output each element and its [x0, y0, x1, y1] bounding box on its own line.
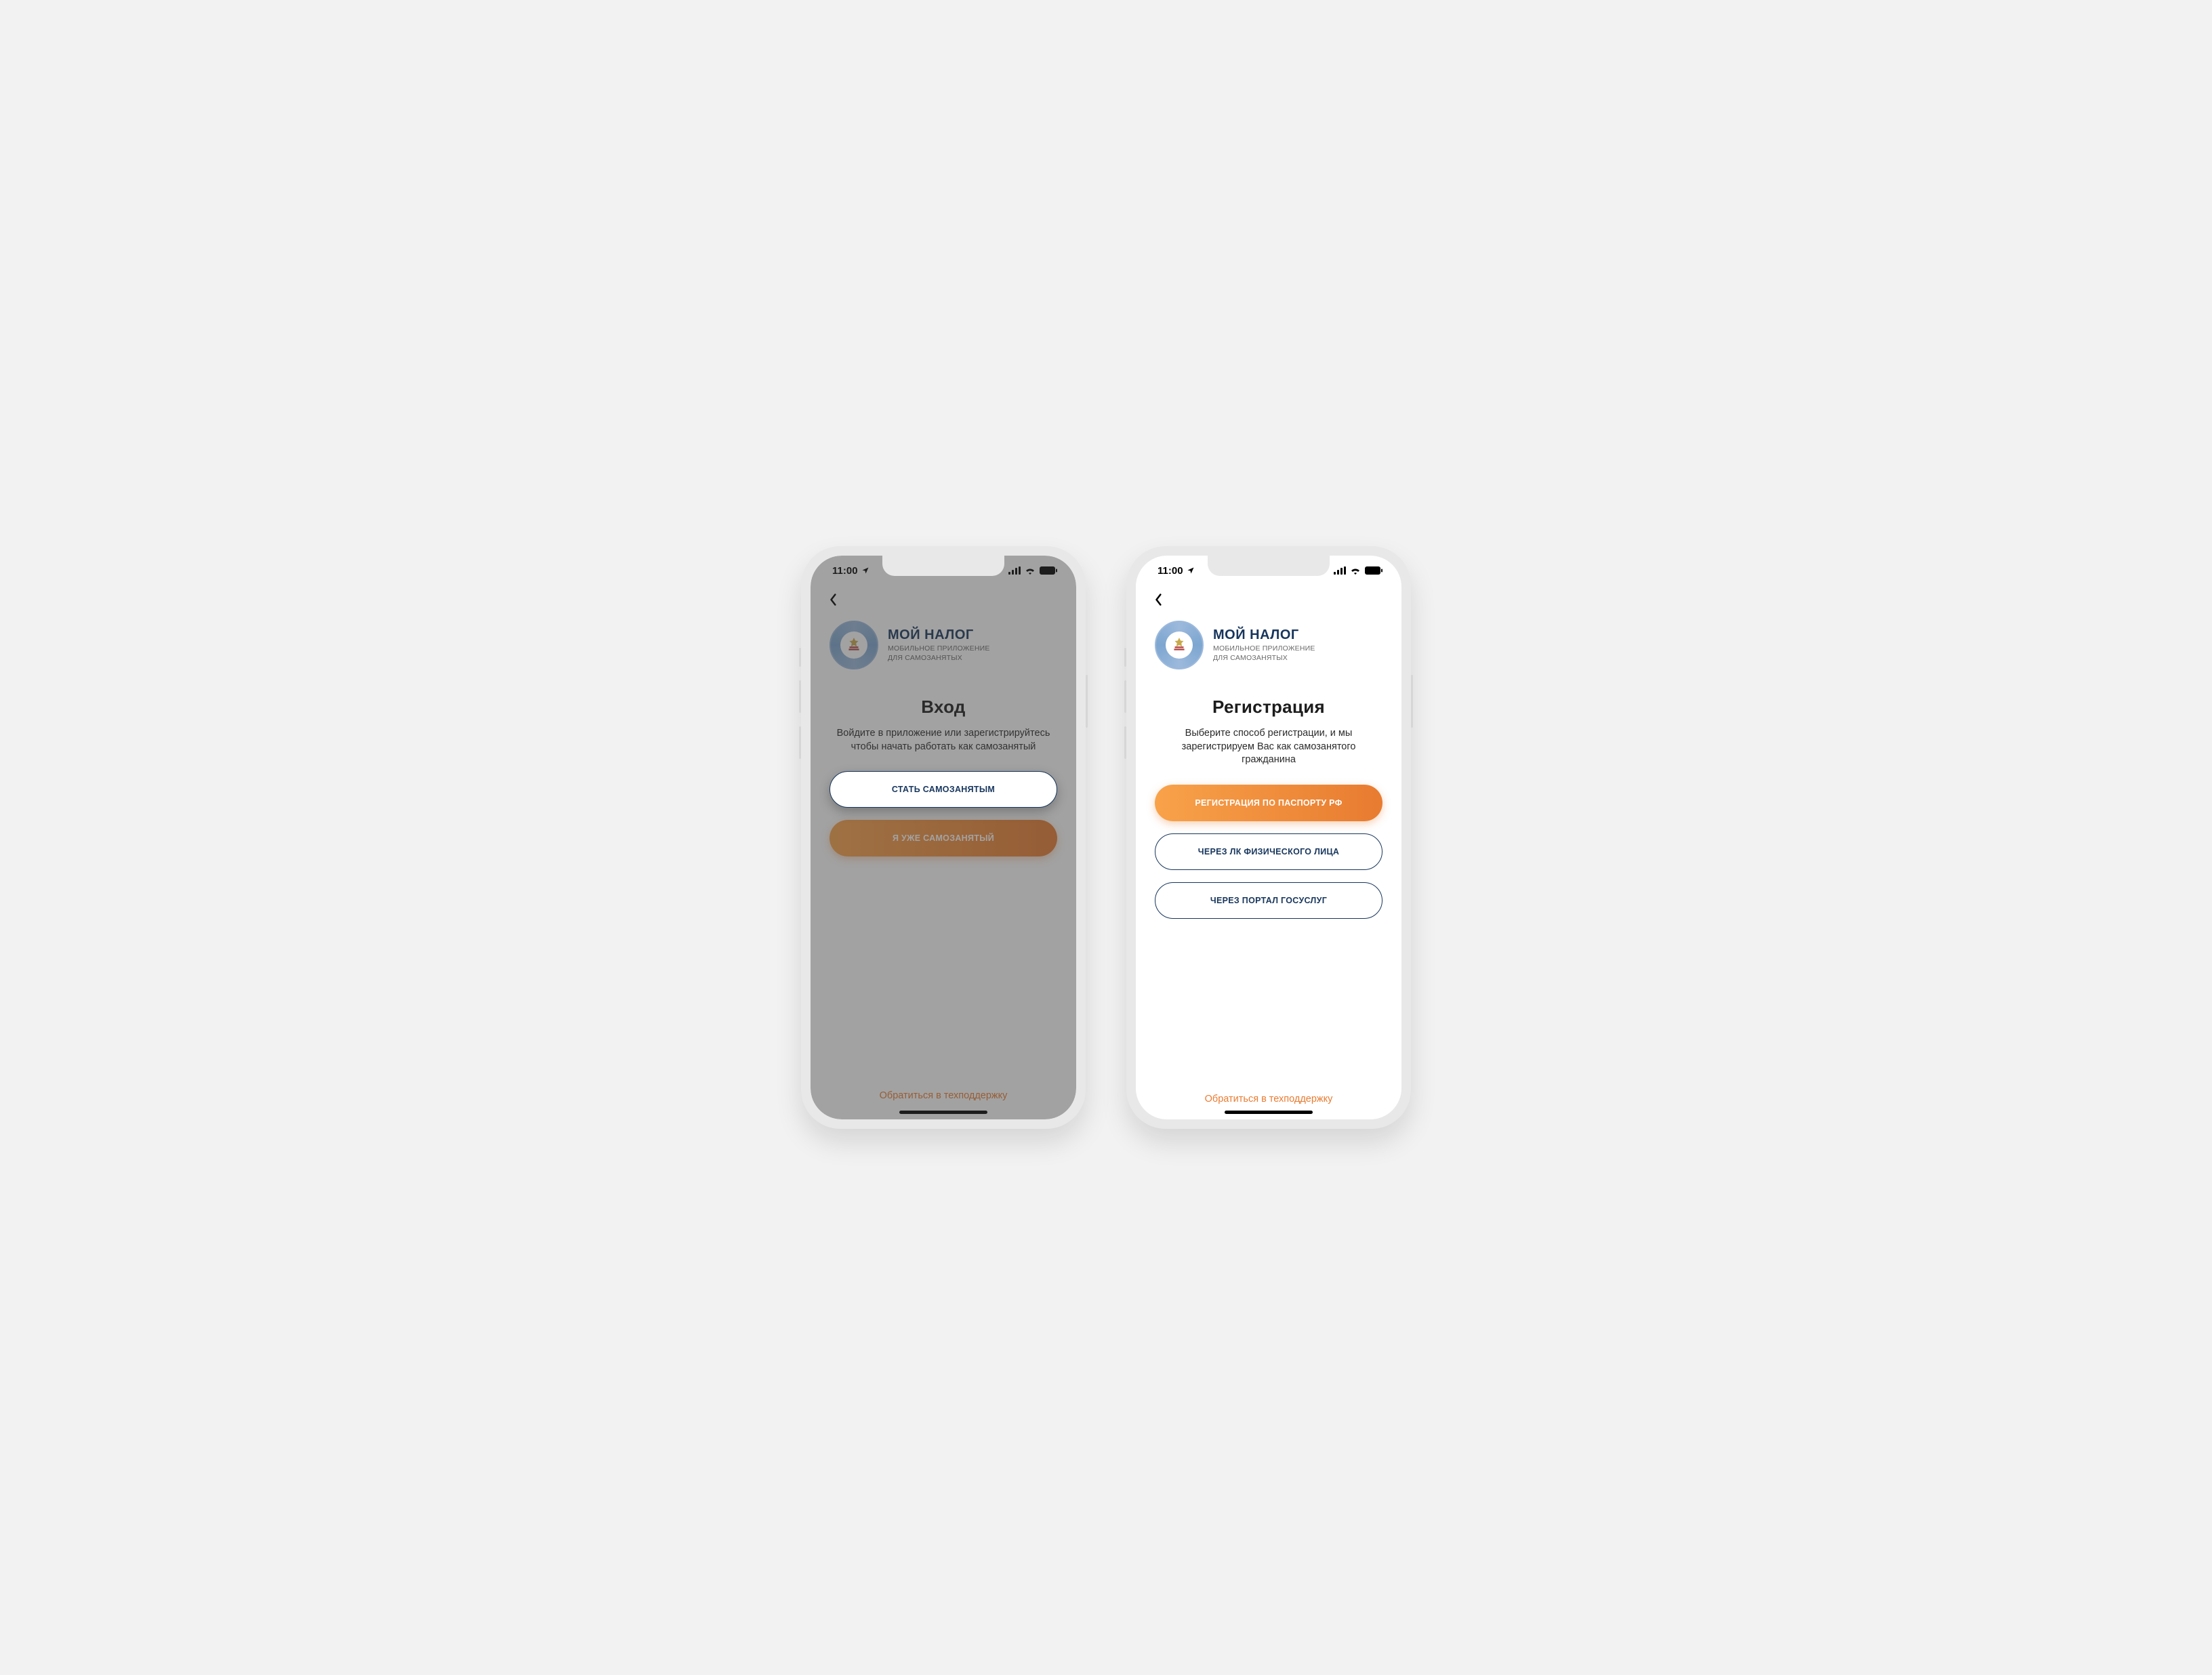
phone-mockup-login: 11:00 — [801, 546, 1086, 1129]
page-description: Выберите способ регистрации, и мы зареги… — [1156, 727, 1381, 767]
wifi-icon — [1350, 566, 1361, 575]
register-via-gosuslugi-button[interactable]: ЧЕРЕЗ ПОРТАЛ ГОСУСЛУГ — [1155, 882, 1382, 919]
page-title: Регистрация — [1136, 697, 1401, 718]
contact-support-link[interactable]: Обратиться в техподдержку — [1136, 1094, 1401, 1119]
battery-icon — [1040, 566, 1057, 575]
chevron-left-icon — [828, 593, 838, 606]
mockup-stage: 11:00 — [680, 515, 1532, 1161]
wifi-icon — [1025, 566, 1036, 575]
register-via-lk-button[interactable]: ЧЕРЕЗ ЛК ФИЗИЧЕСКОГО ЛИЦА — [1155, 833, 1382, 870]
app-brand-header: МОЙ НАЛОГ МОБИЛЬНОЕ ПРИЛОЖЕНИЕДЛЯ САМОЗА… — [1136, 611, 1401, 676]
status-time: 11:00 — [832, 565, 858, 577]
page-title: Вход — [811, 697, 1076, 718]
phone-notch — [882, 556, 1004, 576]
phone-side-button-right — [1411, 675, 1413, 728]
phone-mockup-registration: 11:00 — [1126, 546, 1411, 1129]
cellular-signal-icon — [1334, 566, 1346, 575]
cellular-signal-icon — [1008, 566, 1021, 575]
back-button[interactable] — [1148, 590, 1168, 610]
phone-side-button-right — [1086, 675, 1088, 728]
already-self-employed-button[interactable]: Я УЖЕ САМОЗАНЯТЫЙ — [830, 820, 1057, 856]
phone-side-buttons-left — [799, 648, 801, 759]
screen-login: 11:00 — [811, 556, 1076, 1119]
chevron-left-icon — [1153, 593, 1163, 606]
app-title: МОЙ НАЛОГ — [888, 627, 990, 643]
home-indicator — [899, 1111, 987, 1114]
page-description: Войдите в приложение или зарегистрируйте… — [831, 727, 1056, 753]
screen-registration: 11:00 — [1136, 556, 1401, 1119]
status-time: 11:00 — [1158, 565, 1183, 577]
location-icon — [1187, 566, 1195, 575]
back-button[interactable] — [823, 590, 843, 610]
register-by-passport-button[interactable]: РЕГИСТРАЦИЯ ПО ПАСПОРТУ РФ — [1155, 785, 1382, 821]
battery-icon — [1365, 566, 1382, 575]
phone-notch — [1208, 556, 1330, 576]
location-icon — [861, 566, 869, 575]
app-subtitle: МОБИЛЬНОЕ ПРИЛОЖЕНИЕДЛЯ САМОЗАНЯТЫХ — [1213, 644, 1315, 662]
home-indicator — [1225, 1111, 1313, 1114]
fns-emblem-icon — [830, 621, 878, 669]
phone-side-buttons-left — [1124, 648, 1126, 759]
app-brand-header: МОЙ НАЛОГ МОБИЛЬНОЕ ПРИЛОЖЕНИЕДЛЯ САМОЗА… — [811, 611, 1076, 676]
become-self-employed-button[interactable]: СТАТЬ САМОЗАНЯТЫМ — [830, 771, 1057, 808]
app-title: МОЙ НАЛОГ — [1213, 627, 1315, 643]
fns-emblem-icon — [1155, 621, 1204, 669]
app-subtitle: МОБИЛЬНОЕ ПРИЛОЖЕНИЕДЛЯ САМОЗАНЯТЫХ — [888, 644, 990, 662]
